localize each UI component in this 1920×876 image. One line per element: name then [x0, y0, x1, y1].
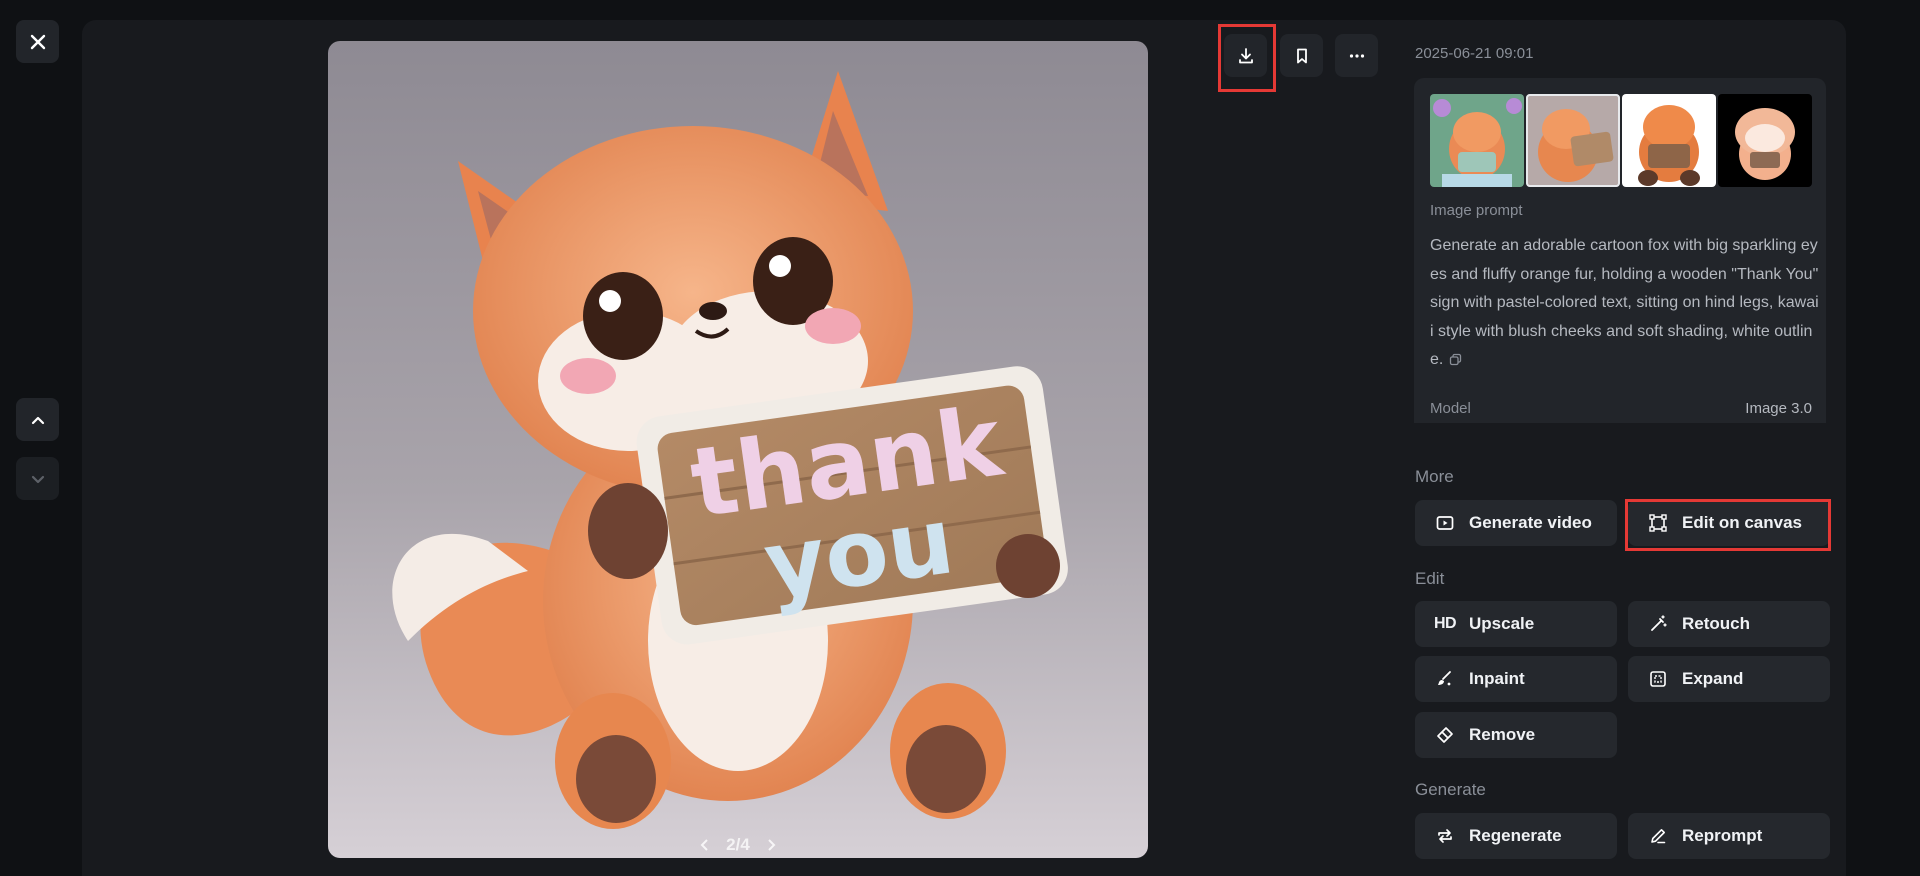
copy-icon[interactable]: [1449, 353, 1462, 366]
regenerate-button[interactable]: Regenerate: [1415, 813, 1617, 859]
retouch-button[interactable]: Retouch: [1628, 601, 1830, 647]
model-label: Model: [1430, 400, 1471, 417]
more-section-label: More: [1415, 467, 1454, 486]
chevron-down-icon: [31, 475, 44, 483]
image-pager: 2/4: [328, 832, 1148, 858]
chevron-left-icon[interactable]: [698, 838, 712, 852]
previous-image-button[interactable]: [16, 398, 59, 441]
close-button[interactable]: [16, 20, 59, 63]
upscale-button[interactable]: HD Upscale: [1415, 601, 1617, 647]
generate-section-label: Generate: [1415, 780, 1486, 799]
thumbnail-3[interactable]: [1622, 94, 1716, 187]
image-prompt-label: Image prompt: [1430, 202, 1523, 219]
video-icon: [1435, 513, 1455, 533]
generated-image: thank you: [328, 41, 1148, 858]
next-image-button[interactable]: [16, 457, 59, 500]
timestamp: 2025-06-21 09:01: [1415, 45, 1534, 62]
inpaint-button[interactable]: Inpaint: [1415, 656, 1617, 702]
edit-on-canvas-button[interactable]: Edit on canvas: [1628, 500, 1830, 546]
hd-icon: HD: [1433, 615, 1457, 632]
edit-section-label: Edit: [1415, 569, 1445, 588]
close-icon: [30, 34, 45, 49]
magic-wand-icon: [1648, 614, 1668, 634]
prompt-text: Generate an adorable cartoon fox with bi…: [1430, 237, 1819, 368]
pencil-icon: [1648, 826, 1668, 846]
ellipsis-icon: [1349, 53, 1364, 58]
generate-video-button[interactable]: Generate video: [1415, 500, 1617, 546]
thumbnail-2[interactable]: [1526, 94, 1620, 187]
chevron-right-icon[interactable]: [764, 838, 778, 852]
brush-icon: [1435, 669, 1455, 689]
prompt-info-card: Image prompt Generate an adorable cartoo…: [1414, 78, 1826, 423]
bookmark-button[interactable]: [1280, 34, 1323, 77]
thumbnail-1[interactable]: [1430, 94, 1524, 187]
model-value: Image 3.0: [1745, 400, 1812, 417]
repeat-icon: [1435, 826, 1455, 846]
eraser-icon: [1435, 725, 1455, 745]
pager-text: 2/4: [726, 835, 750, 854]
thumbnail-4[interactable]: [1718, 94, 1812, 187]
expand-icon: [1648, 669, 1668, 689]
expand-button[interactable]: Expand: [1628, 656, 1830, 702]
download-button[interactable]: [1224, 34, 1267, 77]
canvas-icon: [1648, 513, 1668, 533]
reprompt-button[interactable]: Reprompt: [1628, 813, 1830, 859]
thumbnail-strip: [1430, 94, 1812, 187]
more-options-button[interactable]: [1335, 34, 1378, 77]
chevron-up-icon: [31, 416, 44, 424]
download-icon: [1238, 47, 1253, 63]
bookmark-icon: [1296, 48, 1307, 63]
remove-button[interactable]: Remove: [1415, 712, 1617, 758]
